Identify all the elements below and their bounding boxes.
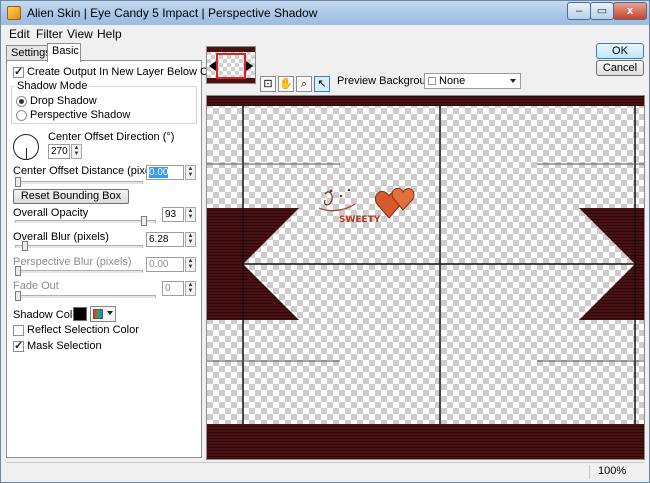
distance-slider-thumb[interactable] xyxy=(15,177,21,187)
preview-canvas[interactable]: SWEETY xyxy=(206,95,645,460)
direction-spinner[interactable]: ▲ ▼ xyxy=(71,144,82,159)
basic-panel: Create Output In New Layer Below Current… xyxy=(6,60,237,458)
distance-spinner[interactable]: ▲ ▼ xyxy=(185,165,196,180)
close-button[interactable]: x xyxy=(613,2,647,20)
fade-out-field: 0 xyxy=(162,281,184,296)
alien-skin-app-icon[interactable] xyxy=(7,6,21,20)
opacity-slider-thumb[interactable] xyxy=(140,216,147,226)
bottom-band xyxy=(207,424,644,459)
pointer-arrow-icon[interactable]: ↖ xyxy=(314,76,330,92)
navigator-viewport-frame[interactable] xyxy=(216,53,246,79)
wordart-text: SWEETY xyxy=(339,215,381,225)
color-palette-button[interactable] xyxy=(90,306,116,322)
fade-out-spinner: ▲ ▼ xyxy=(185,281,196,296)
maximize-button[interactable]: ▭ xyxy=(590,2,614,20)
perspective-blur-slider-track xyxy=(15,270,143,273)
reflect-selection-color-label: Reflect Selection Color xyxy=(27,324,139,336)
mask-selection-checkbox[interactable] xyxy=(13,339,24,352)
perspective-blur-spinner: ▲ ▼ xyxy=(185,257,196,272)
center-offset-direction-label: Center Offset Direction (°) xyxy=(48,131,175,143)
top-band xyxy=(207,96,644,106)
preview-background-value: None xyxy=(439,75,466,87)
tab-settings[interactable]: Settings xyxy=(6,45,51,61)
distance-field[interactable]: 0.00 xyxy=(146,165,184,180)
preview-artwork: SWEETY xyxy=(207,96,644,459)
menu-help[interactable]: Help xyxy=(97,27,122,41)
zoom-level: 100% xyxy=(589,465,645,479)
navigator-thumbnail[interactable] xyxy=(206,46,256,84)
perspective-blur-slider-thumb xyxy=(15,266,21,276)
distance-value: 0.00 xyxy=(149,167,169,178)
preview-background-select[interactable]: None xyxy=(424,73,521,89)
ok-button[interactable]: OK xyxy=(596,43,644,59)
fade-out-slider-track xyxy=(15,295,156,298)
perspective-blur-label: Perspective Blur (pixels) xyxy=(13,256,132,268)
magnifier-icon[interactable]: ⌕ xyxy=(296,76,312,92)
reflect-selection-color-checkbox[interactable] xyxy=(13,325,24,336)
perspective-shadow-label: Perspective Shadow xyxy=(30,109,131,121)
create-output-checkbox[interactable] xyxy=(13,65,24,78)
tab-basic[interactable]: Basic xyxy=(47,43,81,62)
hearts-wordart xyxy=(318,187,415,219)
menu-edit[interactable]: Edit xyxy=(9,27,30,41)
dial-needle xyxy=(26,148,27,160)
perspective-shadow-radio[interactable] xyxy=(16,110,27,121)
blur-slider-track[interactable] xyxy=(15,245,143,248)
title-bar[interactable]: Alien Skin | Eye Candy 5 Impact | Perspe… xyxy=(1,1,649,25)
zoom-to-fit-icon[interactable]: ⊡ xyxy=(260,76,276,92)
cancel-button[interactable]: Cancel xyxy=(596,60,644,76)
frame-lines xyxy=(242,106,636,424)
nav-band-top xyxy=(207,47,255,52)
status-bar: 100% xyxy=(6,462,645,480)
fade-out-slider-thumb xyxy=(15,291,21,301)
dropdown-arrow-icon xyxy=(510,79,516,83)
shadow-mode-title: Shadow Mode xyxy=(15,80,90,92)
drop-shadow-label: Drop Shadow xyxy=(30,95,97,107)
opacity-spinner[interactable]: ▲ ▼ xyxy=(185,207,196,222)
mask-selection-label: Mask Selection xyxy=(27,340,102,352)
minimize-button[interactable]: – xyxy=(567,2,591,20)
overall-opacity-label: Overall Opacity xyxy=(13,207,89,219)
guide-lines xyxy=(207,163,644,362)
distance-slider-track[interactable] xyxy=(15,181,143,184)
direction-dial[interactable] xyxy=(13,134,39,160)
shadow-color-swatch[interactable] xyxy=(73,307,87,321)
eye-candy-window: Alien Skin | Eye Candy 5 Impact | Perspe… xyxy=(0,0,650,483)
none-swatch-icon xyxy=(428,77,436,85)
opacity-field[interactable]: 93 xyxy=(162,207,184,222)
blur-field[interactable]: 6.28 xyxy=(146,232,184,247)
menu-bar: Edit Filter View Help xyxy=(1,25,649,43)
direction-field[interactable]: 270 xyxy=(48,144,70,159)
drop-shadow-radio[interactable] xyxy=(16,96,27,107)
window-title: Alien Skin | Eye Candy 5 Impact | Perspe… xyxy=(27,6,318,20)
reset-bounding-box-button[interactable]: Reset Bounding Box xyxy=(13,189,129,204)
nav-chevron-left xyxy=(209,61,216,71)
perspective-blur-field: 0.00 xyxy=(146,257,184,272)
menu-filter[interactable]: Filter xyxy=(36,27,63,41)
hand-pan-icon[interactable]: ✋ xyxy=(278,76,294,92)
blur-spinner[interactable]: ▲ ▼ xyxy=(185,232,196,247)
shadow-color-label: Shadow Color xyxy=(13,309,83,321)
blur-slider-thumb[interactable] xyxy=(22,241,29,251)
nav-chevron-right xyxy=(246,61,253,71)
opacity-slider-track[interactable] xyxy=(15,220,156,223)
menu-view[interactable]: View xyxy=(67,27,93,41)
center-offset-distance-label: Center Offset Distance (pixels) xyxy=(13,165,163,177)
palette-icon xyxy=(93,309,103,319)
dropdown-arrow-icon xyxy=(107,311,113,315)
